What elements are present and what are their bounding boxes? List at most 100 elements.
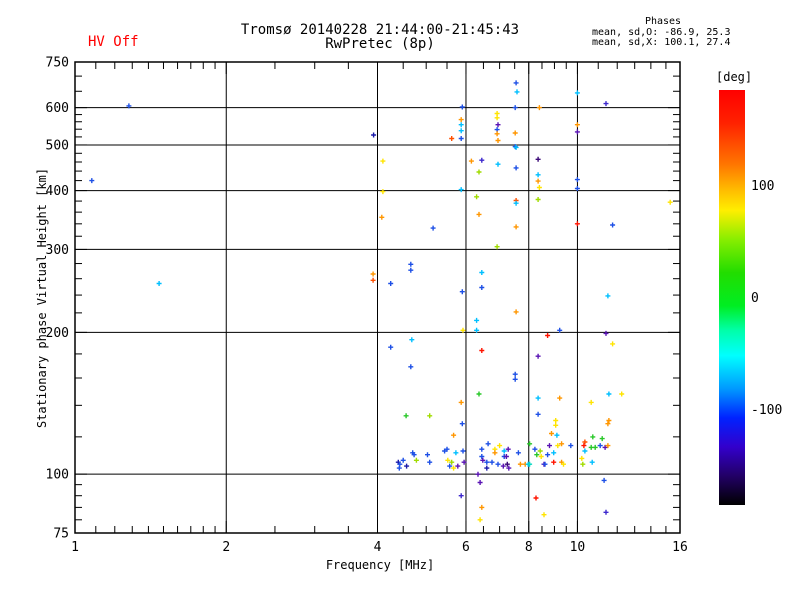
data-point (404, 463, 410, 469)
data-point (479, 270, 485, 275)
data-point (597, 443, 603, 449)
data-point (574, 122, 580, 128)
data-point (513, 224, 519, 230)
data-point (371, 132, 377, 138)
data-point (379, 214, 385, 220)
data-point (536, 185, 542, 190)
data-point (514, 89, 520, 95)
data-point (592, 444, 598, 450)
svg-text:750: 750 (46, 56, 69, 71)
data-point (603, 330, 609, 336)
data-point (458, 117, 464, 123)
data-point (605, 421, 611, 427)
data-point (458, 122, 464, 128)
colorbar-tick-labels: 100 0 -100 (751, 179, 782, 418)
data-point (479, 285, 485, 290)
data-point (459, 289, 465, 295)
data-point (388, 344, 394, 350)
data-point (494, 115, 500, 121)
data-point (606, 418, 612, 423)
data-point (479, 446, 485, 452)
data-points (89, 80, 673, 523)
svg-text:200: 200 (46, 326, 69, 341)
data-point (479, 504, 485, 510)
data-point (494, 111, 500, 116)
data-point (606, 391, 612, 397)
data-point (494, 244, 500, 250)
data-point (489, 459, 495, 465)
data-point (536, 105, 542, 111)
data-point (574, 177, 580, 183)
data-point (535, 178, 541, 184)
data-point (619, 391, 625, 397)
data-point (492, 450, 498, 456)
data-point (537, 448, 543, 454)
data-point (574, 90, 580, 96)
data-point (479, 348, 485, 353)
svg-text:500: 500 (46, 138, 69, 153)
x-tick-labels: 1 2 4 6 8 10 16 (71, 540, 688, 555)
svg-text:8: 8 (525, 540, 533, 555)
data-point (601, 477, 607, 483)
data-point (156, 281, 162, 286)
data-point (535, 411, 541, 417)
data-point (527, 441, 533, 447)
data-point (603, 509, 609, 515)
data-point (425, 452, 430, 458)
data-point (533, 495, 539, 501)
data-point (517, 461, 523, 467)
data-point (553, 422, 559, 428)
data-point (535, 353, 541, 359)
data-point (549, 431, 554, 436)
data-point (610, 222, 616, 228)
svg-text:100: 100 (46, 468, 69, 483)
data-point (568, 443, 574, 449)
data-point (400, 457, 406, 463)
data-point (476, 391, 482, 397)
data-point (538, 454, 544, 459)
svg-text:6: 6 (462, 540, 470, 555)
data-point (605, 293, 611, 299)
data-point (495, 161, 501, 167)
data-point (408, 267, 414, 273)
data-point (513, 309, 519, 315)
data-point (459, 421, 465, 427)
data-point (388, 281, 394, 286)
data-point (610, 341, 616, 347)
svg-text:75: 75 (53, 527, 69, 542)
y-tick-labels: 75 100 200 300 400 500 600 750 (46, 56, 69, 542)
data-point (451, 432, 457, 438)
data-point (458, 136, 464, 141)
data-point (380, 189, 386, 195)
data-point (89, 178, 95, 184)
data-point (554, 432, 560, 438)
data-point (476, 211, 482, 217)
data-point (513, 144, 519, 150)
data-point (515, 450, 521, 456)
data-point (574, 221, 580, 227)
data-point (458, 399, 464, 405)
data-point (545, 452, 551, 458)
svg-text:600: 600 (46, 101, 69, 116)
data-point (413, 457, 419, 463)
svg-text:1: 1 (71, 540, 79, 555)
data-point (535, 197, 541, 202)
data-point (479, 454, 485, 459)
data-point (512, 376, 518, 382)
data-point (582, 448, 588, 454)
data-point (458, 128, 464, 134)
data-point (403, 413, 409, 419)
data-point (535, 395, 541, 401)
data-point (512, 130, 518, 136)
data-point (409, 337, 415, 343)
data-point (370, 271, 376, 277)
data-point (542, 461, 548, 467)
data-point (459, 104, 465, 110)
plot-canvas: 1 2 4 6 8 10 16 75 100 200 300 400 500 600 750 100 0 -100 (46, 56, 783, 556)
data-point (474, 194, 480, 200)
svg-text:300: 300 (46, 243, 69, 258)
svg-text:400: 400 (46, 184, 69, 199)
data-point (582, 439, 588, 445)
data-point (477, 480, 483, 485)
data-point (458, 493, 464, 499)
